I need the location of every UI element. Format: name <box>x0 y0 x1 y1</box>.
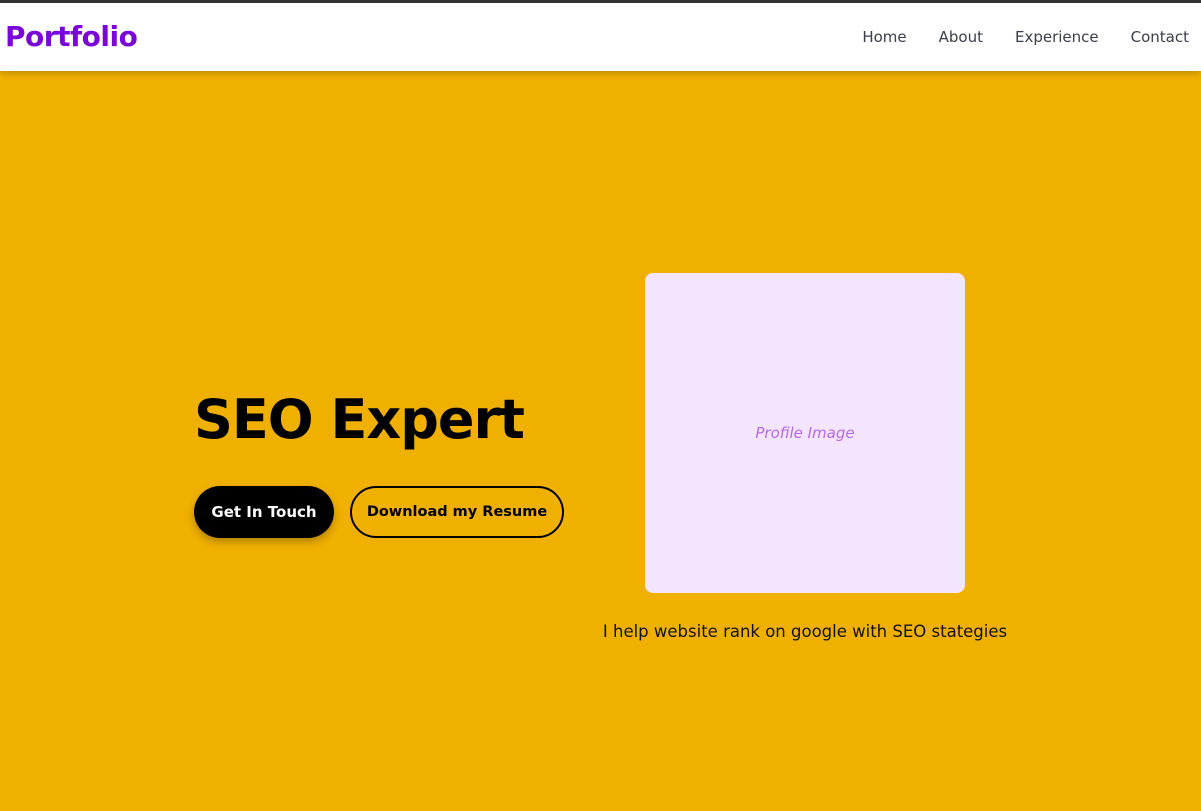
brand-logo[interactable]: Portfolio <box>5 19 138 55</box>
hero-title: SEO Expert <box>194 388 525 451</box>
nav-links: Home About Experience Contact <box>862 3 1189 71</box>
profile-image-placeholder: Profile Image <box>645 273 965 593</box>
nav-link-contact[interactable]: Contact <box>1131 28 1189 46</box>
nav-link-home[interactable]: Home <box>862 28 906 46</box>
navbar: Portfolio Home About Experience Contact <box>0 3 1201 71</box>
profile-image-label: Profile Image <box>755 424 855 442</box>
nav-link-experience[interactable]: Experience <box>1015 28 1099 46</box>
get-in-touch-button[interactable]: Get In Touch <box>194 486 334 538</box>
nav-link-about[interactable]: About <box>939 28 983 46</box>
hero-tagline: I help website rank on google with SEO s… <box>602 622 1008 641</box>
download-resume-button[interactable]: Download my Resume <box>350 486 564 538</box>
